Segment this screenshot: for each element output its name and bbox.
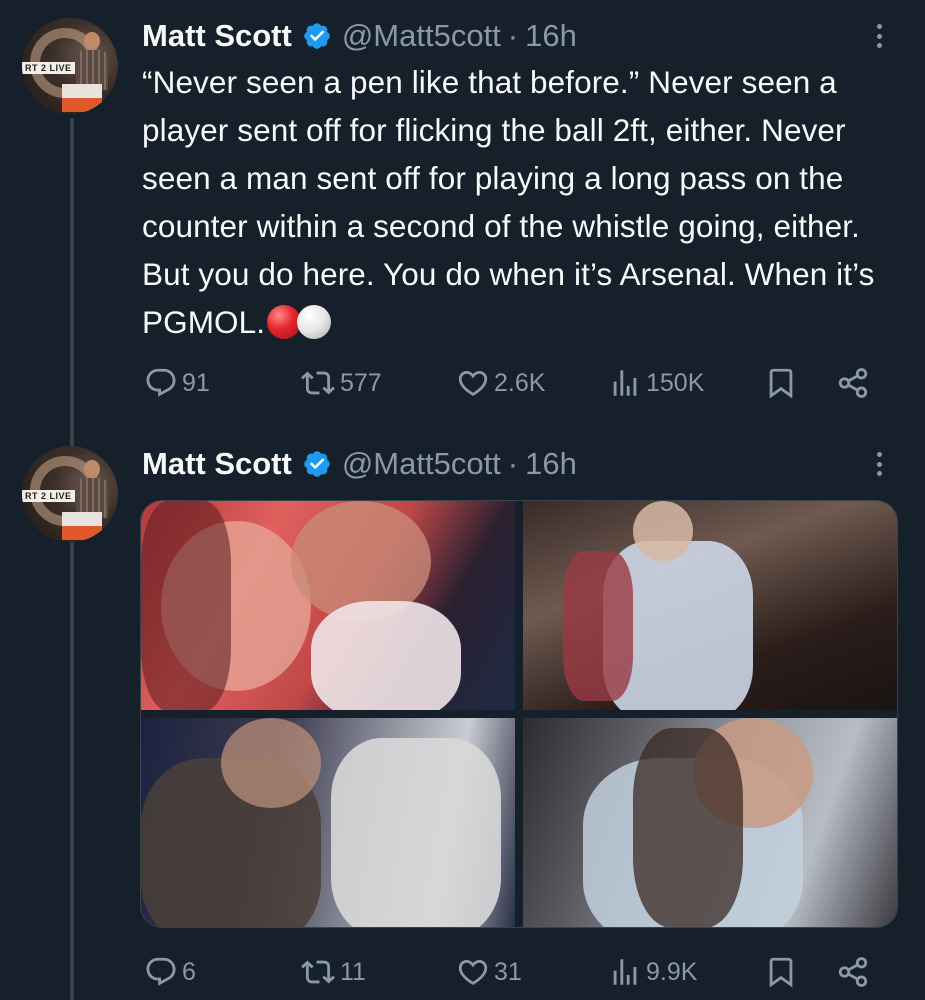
photo[interactable] [141,718,515,927]
verified-badge-icon [302,21,332,51]
timestamp[interactable]: 16h [525,18,577,54]
reply-count: 6 [182,957,196,986]
avatar[interactable]: RT 2 LIVE [22,18,118,114]
tweet-body: “Never seen a pen like that before.” Nev… [142,64,875,340]
white-circle-emoji [297,305,332,339]
views-button[interactable]: 9.9K [608,952,697,992]
reply-button[interactable]: 6 [144,952,196,992]
share-button[interactable] [836,363,870,403]
separator-dot: · [507,18,519,53]
share-icon [838,957,868,987]
like-count: 2.6K [494,368,546,397]
thread-line [70,118,74,448]
tweet-text: “Never seen a pen like that before.” Nev… [142,58,902,346]
share-button[interactable] [836,952,870,992]
timestamp[interactable]: 16h [525,446,577,482]
author-name[interactable]: Matt Scott [142,446,292,482]
reply-icon [146,957,176,986]
like-icon [458,370,488,396]
avatar[interactable]: RT 2 LIVE [22,446,118,542]
bookmark-icon [769,957,793,988]
like-button[interactable]: 31 [456,952,522,992]
views-icon [613,959,637,985]
like-icon [458,959,488,985]
repost-icon [301,371,335,395]
tweet-header: Matt Scott @Matt5cott · 16h [142,442,577,486]
author-handle[interactable]: @Matt5cott [342,446,501,482]
reply-count: 91 [182,368,210,397]
photo[interactable] [141,501,515,710]
author-name[interactable]: Matt Scott [142,18,292,54]
thread-line [70,540,74,1000]
views-button[interactable]: 150K [608,363,704,403]
photo-grid [140,500,898,928]
tweet-actions: 6 11 31 9.9K [142,952,882,992]
repost-button[interactable]: 11 [300,952,366,992]
separator-dot: · [507,446,519,481]
view-count: 150K [646,368,705,397]
red-circle-emoji [267,305,302,339]
more-icon[interactable] [867,446,891,482]
avatar-badge-text: RT 2 LIVE [22,490,75,502]
photo[interactable] [523,718,897,927]
like-count: 31 [494,957,522,986]
more-icon[interactable] [867,18,891,54]
tweet-header: Matt Scott @Matt5cott · 16h [142,14,577,58]
bookmark-button[interactable] [764,952,798,992]
share-icon [838,368,868,398]
author-handle[interactable]: @Matt5cott [342,18,501,54]
avatar-badge-text: RT 2 LIVE [22,62,75,74]
repost-count: 577 [340,368,382,397]
repost-button[interactable]: 577 [300,363,382,403]
reply-icon [146,368,176,397]
bookmark-button[interactable] [764,363,798,403]
repost-icon [301,960,335,984]
verified-badge-icon [302,449,332,479]
reply-button[interactable]: 91 [144,363,210,403]
view-count: 9.9K [646,957,698,986]
views-icon [613,370,637,396]
like-button[interactable]: 2.6K [456,363,545,403]
photo[interactable] [523,501,897,710]
tweet-actions: 91 577 2.6K 150K [142,363,882,403]
repost-count: 11 [340,957,366,986]
bookmark-icon [769,368,793,399]
